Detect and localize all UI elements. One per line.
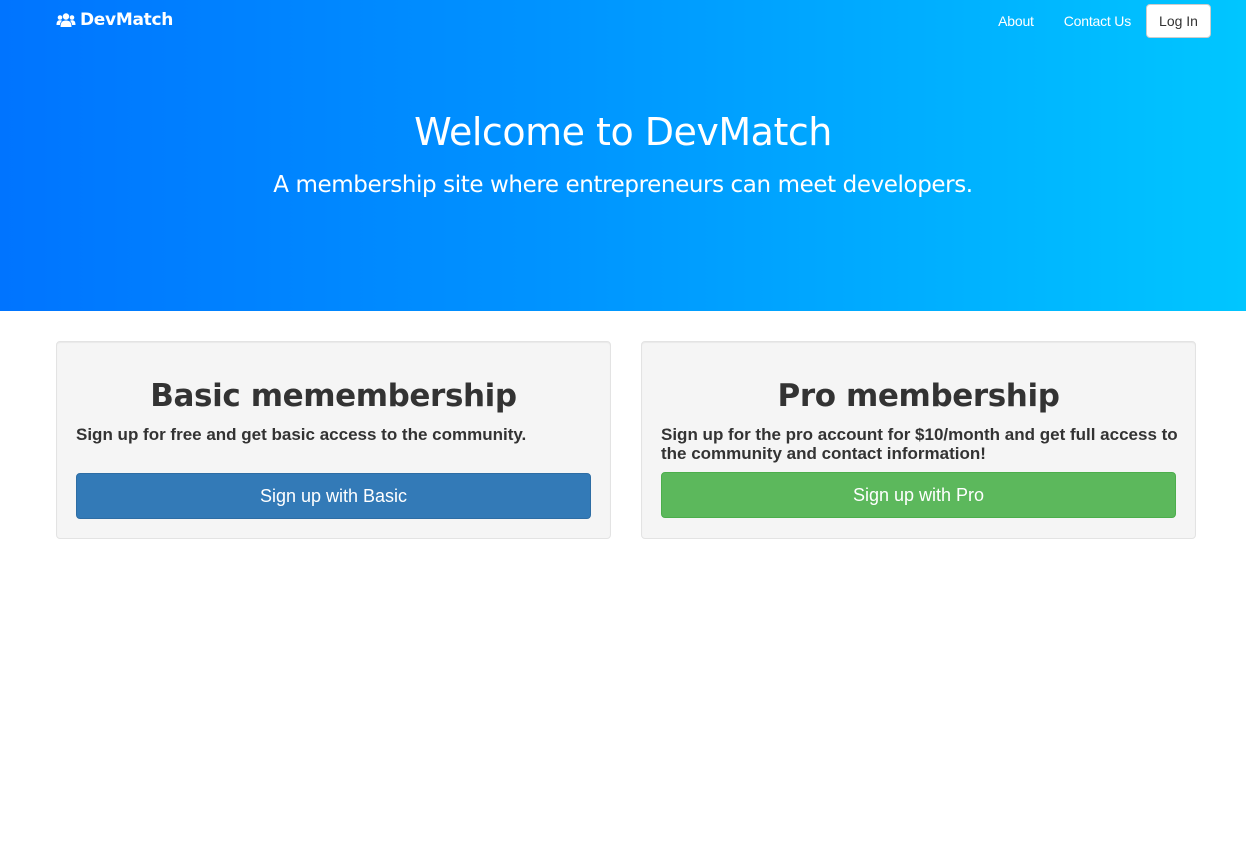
signup-basic-button[interactable]: Sign up with Basic	[76, 473, 591, 519]
users-icon	[56, 13, 76, 27]
hero-banner: DevMatch About Contact Us Log In Welcome…	[0, 0, 1246, 311]
pro-plan-title: Pro membership	[777, 378, 1060, 414]
hero-title: Welcome to DevMatch	[414, 110, 832, 154]
basic-plan-description: Sign up for free and get basic access to…	[76, 425, 527, 444]
hero-subtitle: A membership site where entrepreneurs ca…	[273, 172, 973, 198]
top-nav: About Contact Us Log In	[983, 4, 1211, 38]
pro-plan-card: Pro membership Sign up for the pro accou…	[641, 341, 1196, 539]
signup-pro-button[interactable]: Sign up with Pro	[661, 472, 1176, 518]
brand-logo[interactable]: DevMatch	[56, 10, 173, 30]
basic-plan-card: Basic memembership Sign up for free and …	[56, 341, 611, 539]
pro-plan-description: Sign up for the pro account for $10/mont…	[661, 425, 1178, 463]
basic-plan-title: Basic memembership	[150, 378, 517, 414]
login-button[interactable]: Log In	[1146, 4, 1211, 38]
nav-link-contact[interactable]: Contact Us	[1049, 5, 1146, 37]
nav-link-about[interactable]: About	[983, 5, 1049, 37]
brand-name: DevMatch	[80, 10, 174, 30]
